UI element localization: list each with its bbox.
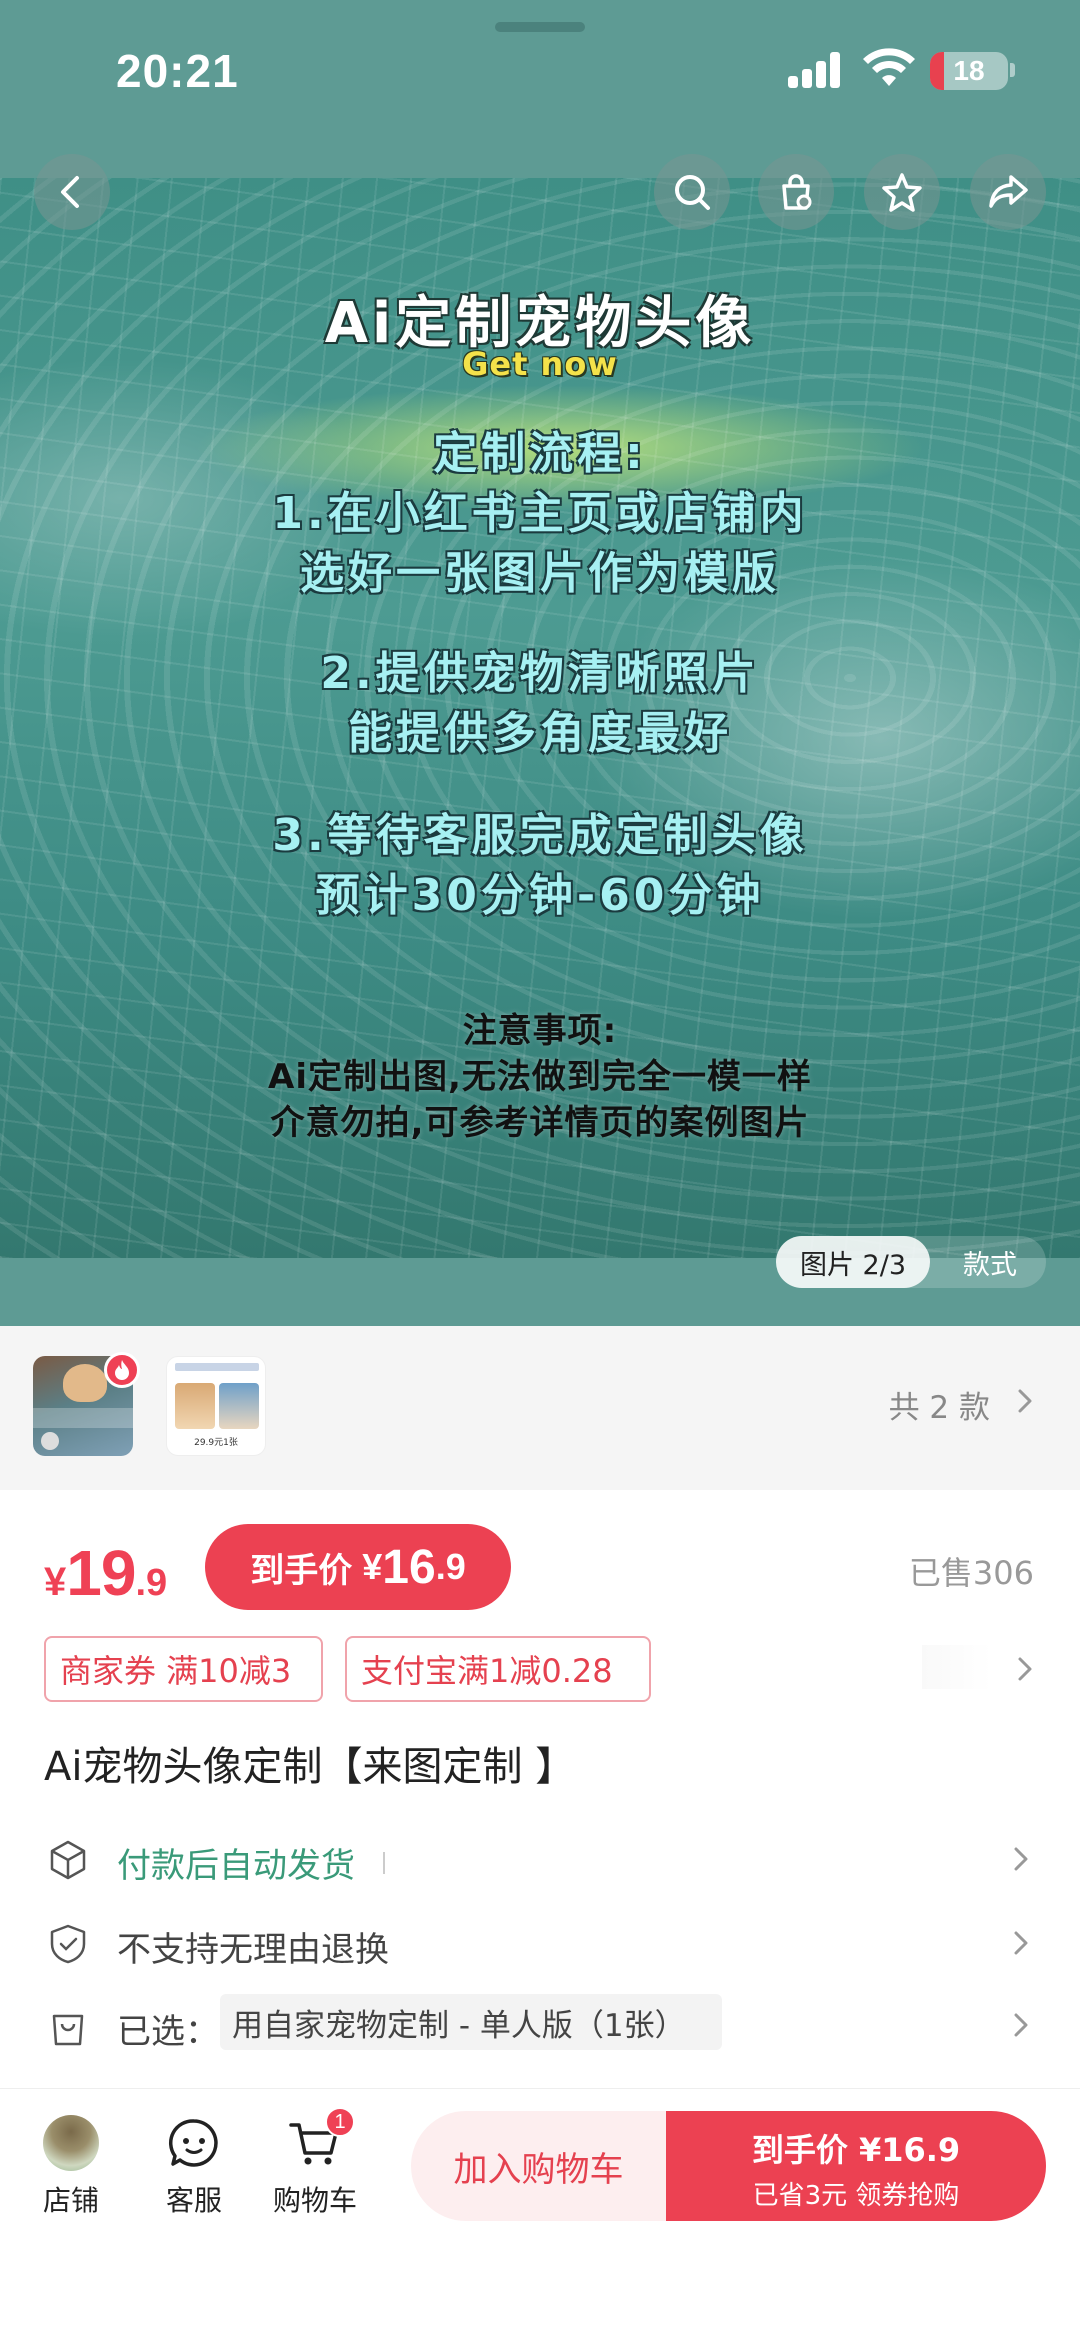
price-integer: 19 [66, 1537, 136, 1609]
cart-tab-label: 购物车 [272, 2184, 357, 2217]
hero-step-line: 定制流程: [433, 428, 647, 479]
buy-now-button[interactable]: 到手价 ¥16.9 已省3元 领券抢购 [666, 2111, 1046, 2221]
buy-now-price: 到手价 ¥16.9 [751, 2131, 961, 2169]
chevron-right-icon [1014, 1931, 1028, 1955]
selected-label: 已选： [117, 2012, 219, 2052]
share-icon [989, 175, 1028, 208]
chevron-right-icon [1014, 1847, 1028, 1871]
flame-icon [115, 1360, 129, 1380]
price-decimal: .9 [135, 1562, 168, 1604]
hero-note-line: 介意勿拍,可参考详情页的案例图片 [270, 1103, 810, 1143]
image-pager-count[interactable]: 图片 2/3 [776, 1236, 930, 1288]
shopping-bag-button[interactable] [758, 154, 834, 230]
battery-icon: 18 [930, 52, 1008, 90]
hero-note-line: 注意事项: [462, 1011, 618, 1051]
status-time: 20:21 [116, 45, 239, 97]
chevron-right-icon [1014, 2013, 1028, 2037]
final-price-badge: 到手价 ¥16.9 [205, 1524, 511, 1610]
returns-text: 不支持无理由退换 [117, 1930, 389, 1970]
battery-level: 18 [953, 55, 985, 86]
variant-count[interactable]: 共 2 款 [889, 1382, 990, 1427]
sold-count: 已售306 [908, 1554, 1034, 1592]
hero-subtitle: Get now [462, 345, 618, 383]
hero-step-3: 3.等待客服完成定制头像 预计30分钟-60分钟 [0, 806, 1080, 926]
wifi-icon [863, 48, 915, 86]
shopping-bag-icon [782, 174, 812, 210]
hero-step-1: 定制流程: 1.在小红书主页或店铺内 选好一张图片作为模版 [0, 424, 1080, 604]
hero-note-line: Ai定制出图,无法做到完全一模一样 [268, 1057, 812, 1097]
hero-step-line: 预计30分钟-60分钟 [315, 870, 765, 921]
chevron-left-icon [61, 176, 79, 208]
hero-step-line: 3.等待客服完成定制头像 [272, 810, 808, 861]
price: ¥19.9 [44, 1536, 167, 1610]
selected-row[interactable]: 已选： 用自家宠物定制 - 单人版（1张） [0, 1990, 1080, 2060]
status-bar: 20:21 18 [0, 0, 1080, 140]
search-icon [675, 175, 710, 210]
hero-step-line: 能提供多角度最好 [348, 708, 732, 759]
final-price-decimal: .9 [435, 1546, 466, 1587]
variant-thumb-price: 29.9元1张 [194, 1438, 238, 1448]
shop-tab[interactable]: 店铺 [21, 2115, 121, 2219]
shop-avatar [43, 2115, 99, 2171]
search-button[interactable] [654, 154, 730, 230]
add-to-cart-button[interactable]: 加入购物车 [411, 2111, 666, 2221]
returns-row[interactable]: 不支持无理由退换 [0, 1908, 1080, 1978]
hero-step-line: 选好一张图片作为模版 [300, 548, 780, 599]
delivery-row[interactable]: 付款后自动发货 [0, 1824, 1080, 1894]
variant-strip[interactable]: 29.9元1张 共 2 款 [0, 1326, 1080, 1490]
cart-badge: 1 [325, 2107, 355, 2137]
chevron-right-icon[interactable] [1010, 1654, 1040, 1684]
hot-badge [104, 1352, 140, 1388]
product-info: ¥19.9 到手价 ¥16.9 已售306 商家券 满10减3 支付宝满1减0.2… [0, 1490, 1080, 2088]
divider [383, 1852, 385, 1874]
bag-icon [52, 2014, 84, 2046]
variant-thumb-2[interactable]: 29.9元1张 [166, 1356, 266, 1456]
selected-value: 用自家宠物定制 - 单人版（1张） [220, 1994, 722, 2050]
coupon-merchant[interactable]: 商家券 满10减3 [44, 1636, 323, 1702]
signal-icon [788, 52, 844, 88]
delivery-text: 付款后自动发货 [117, 1846, 355, 1886]
shop-tab-label: 店铺 [42, 2184, 99, 2217]
bottom-action-bar: 店铺 客服 1 购物车 加入购物车 到手价 ¥16.9 已省3元 领券抢购 [0, 2088, 1080, 2337]
favorite-button[interactable] [864, 154, 940, 230]
back-button[interactable] [34, 154, 110, 230]
style-tab[interactable]: 款式 [940, 1236, 1040, 1288]
buy-now-saving: 已省3元 领券抢购 [752, 2181, 960, 2211]
hero-step-2: 2.提供宠物清晰照片 能提供多角度最好 [0, 644, 1080, 764]
product-title: Ai宠物头像定制【来图定制 】 [44, 1744, 576, 1790]
final-price-label: 到手价 [250, 1550, 353, 1591]
coupon-alipay[interactable]: 支付宝满1减0.28 [345, 1636, 651, 1702]
star-icon [882, 173, 922, 212]
chevron-right-icon [1018, 1389, 1032, 1413]
chat-icon [169, 2119, 218, 2167]
hero-notes: 注意事项: Ai定制出图,无法做到完全一模一样 介意勿拍,可参考详情页的案例图片 [0, 1008, 1080, 1146]
cart-tab[interactable]: 1 购物车 [265, 2107, 365, 2219]
cube-icon [50, 1840, 86, 1880]
product-image-gallery[interactable]: 20:21 18 Ai定制宠物头像 Get now 定制流程: 1.在小红书主页… [0, 0, 1080, 1326]
final-price-currency: ¥ [362, 1546, 383, 1587]
share-button[interactable] [970, 154, 1046, 230]
service-tab[interactable]: 客服 [144, 2115, 244, 2219]
hero-step-line: 2.提供宠物清晰照片 [320, 648, 760, 699]
price-currency: ¥ [44, 1560, 67, 1604]
service-tab-label: 客服 [165, 2184, 222, 2217]
hero-step-line: 1.在小红书主页或店铺内 [272, 488, 808, 539]
final-price-integer: 16 [382, 1540, 436, 1594]
coupon-more [922, 1645, 992, 1689]
shield-check-icon [50, 1924, 86, 1964]
